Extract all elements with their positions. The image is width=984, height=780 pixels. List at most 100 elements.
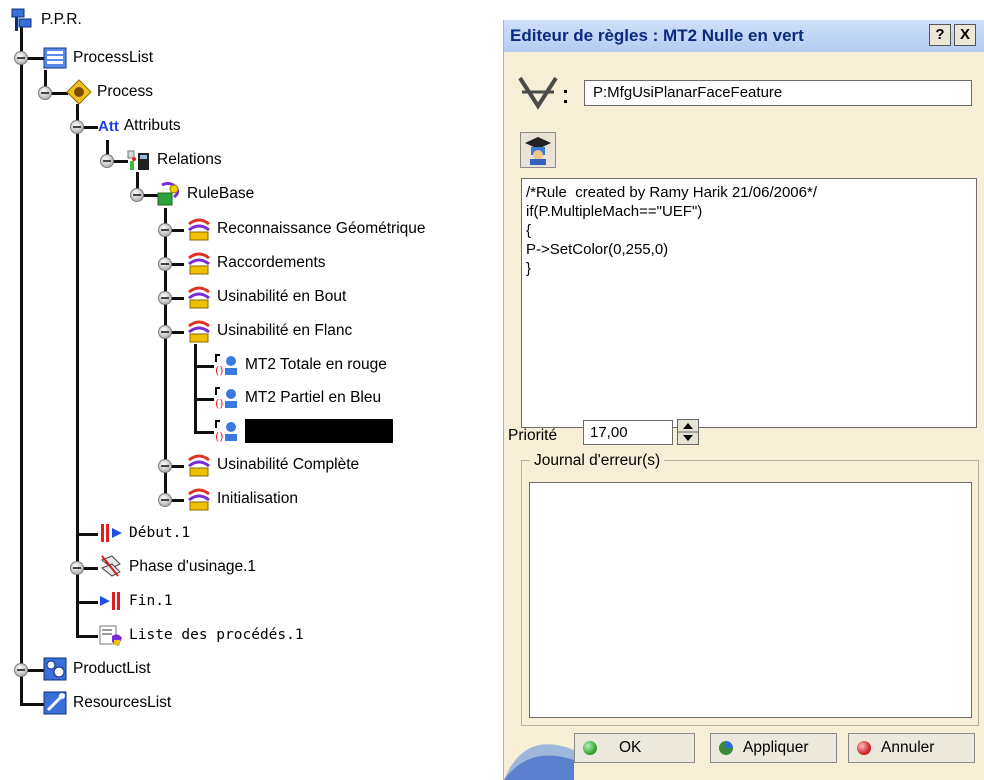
ruleset-icon	[188, 218, 210, 241]
expander-ruleset-2[interactable]	[158, 257, 172, 271]
filter-input[interactable]: P:MfgUsiPlanarFaceFeature	[584, 80, 972, 106]
ruleset-icon	[188, 488, 210, 511]
expander-relations[interactable]	[100, 154, 114, 168]
apply-button-label: Appliquer	[743, 739, 809, 756]
expander-processlist[interactable]	[14, 51, 28, 65]
error-journal-label: Journal d'erreur(s)	[530, 452, 665, 470]
ok-dot-icon	[583, 741, 597, 755]
tree-item-relations-label: Relations	[157, 151, 222, 168]
cancel-button-label: Annuler	[881, 739, 935, 756]
tree-item-resourceslist[interactable]: ResourcesList	[42, 688, 171, 718]
expander-process[interactable]	[38, 86, 52, 100]
tree-item-relations[interactable]: Relations	[126, 145, 222, 175]
att-icon: Att	[98, 117, 119, 135]
tree-item-ruleset-4-label: Usinabilité en Flanc	[217, 322, 353, 339]
dialog-title: Editeur de règles : MT2 Nulle en vert	[510, 26, 804, 45]
expander-productlist[interactable]	[14, 663, 28, 677]
tree-item-rule-2-label: MT2 Partiel en Bleu	[245, 389, 382, 406]
tree-item-debut-label: Début.1	[129, 525, 191, 541]
catia-swoosh-decoration	[504, 744, 574, 780]
tree-item-phase-label: Phase d'usinage.1	[129, 558, 257, 575]
tree-item-fin-label: Fin.1	[129, 593, 173, 609]
expander-rulebase[interactable]	[130, 188, 144, 202]
tree-item-rule-1[interactable]: () MT2 Totale en rouge	[214, 350, 387, 380]
tree-item-debut[interactable]: Début.1	[98, 518, 190, 548]
relations-icon	[127, 150, 149, 170]
tree-item-rulebase[interactable]: RuleBase	[156, 179, 254, 209]
dialog-titlebar[interactable]: Editeur de règles : MT2 Nulle en vert ? …	[504, 20, 984, 52]
productlist-icon	[43, 657, 67, 681]
tree-item-liste-label: Liste des procédés.1	[129, 627, 304, 643]
tree-item-rule-2[interactable]: () MT2 Partiel en Bleu	[214, 383, 381, 413]
priority-label: Priorité	[508, 427, 558, 444]
ok-button[interactable]: OK	[574, 733, 695, 763]
tree-item-ruleset-6[interactable]: Initialisation	[186, 484, 298, 514]
redacted-label	[245, 419, 393, 443]
svg-text:(): ()	[215, 397, 224, 410]
tree-item-productlist-label: ProductList	[73, 660, 151, 677]
priority-input[interactable]: 17,00	[583, 420, 673, 445]
tree-item-liste[interactable]: Liste des procédés.1	[98, 620, 304, 650]
process-icon	[66, 79, 92, 105]
tree-item-processlist[interactable]: ProcessList	[42, 43, 153, 73]
apply-button[interactable]: Appliquer	[710, 733, 837, 763]
tree-item-attributs[interactable]: Att Attributs	[98, 111, 181, 141]
rule-icon: ()	[215, 354, 237, 377]
tree-item-processlist-label: ProcessList	[73, 49, 154, 66]
process-list-icon	[99, 625, 122, 646]
filter-funnel-icon[interactable]	[516, 72, 580, 112]
expander-attributs[interactable]	[70, 120, 84, 134]
tree-item-rule-3-selected[interactable]: ()	[214, 416, 393, 446]
ruleset-icon	[188, 252, 210, 275]
start-icon	[101, 524, 122, 542]
expander-ruleset-3[interactable]	[158, 291, 172, 305]
priority-spinner[interactable]	[677, 419, 699, 445]
expander-ruleset-6[interactable]	[158, 493, 172, 507]
graduate-icon	[525, 137, 551, 165]
expander-ruleset-4[interactable]	[158, 325, 172, 339]
tree-item-process-label: Process	[97, 83, 153, 100]
error-journal-area[interactable]	[529, 482, 972, 718]
tree-root[interactable]: P.P.R.	[10, 5, 82, 35]
tree-item-ruleset-5[interactable]: Usinabilité Complète	[186, 450, 359, 480]
machining-phase-icon	[101, 555, 121, 577]
svg-text:(): ()	[215, 430, 224, 443]
tree-item-attributs-label: Attributs	[123, 117, 181, 134]
tree-item-ruleset-1[interactable]: Reconnaissance Géométrique	[186, 214, 426, 244]
ruleset-icon	[188, 320, 210, 343]
tree-item-rulebase-label: RuleBase	[187, 185, 255, 202]
tree-item-ruleset-1-label: Reconnaissance Géométrique	[217, 220, 426, 237]
ok-button-label: OK	[619, 739, 642, 756]
end-icon	[100, 592, 120, 610]
tree-item-ruleset-4[interactable]: Usinabilité en Flanc	[186, 316, 352, 346]
specification-tree: P.P.R. ProcessList Process Att Attributs…	[0, 0, 490, 780]
rulebase-icon	[157, 181, 180, 206]
tree-item-ruleset-5-label: Usinabilité Complète	[217, 456, 360, 473]
cancel-button[interactable]: Annuler	[848, 733, 975, 763]
tree-item-fin[interactable]: Fin.1	[98, 586, 173, 616]
resourceslist-icon	[43, 691, 67, 715]
tree-item-ruleset-3-label: Usinabilité en Bout	[217, 288, 347, 305]
apply-dot-icon	[719, 741, 733, 755]
ruleset-icon	[188, 286, 210, 309]
help-button[interactable]: ?	[929, 24, 951, 46]
tree-item-ruleset-3[interactable]: Usinabilité en Bout	[186, 282, 346, 312]
tree-item-resourceslist-label: ResourcesList	[73, 694, 172, 711]
ppr-root-icon	[11, 8, 32, 31]
tree-item-ruleset-2-label: Raccordements	[217, 254, 326, 271]
tree-item-process[interactable]: Process	[66, 77, 153, 107]
expander-phase[interactable]	[70, 561, 84, 575]
rule-body-editor[interactable]: /*Rule created by Ramy Harik 21/06/2006*…	[521, 178, 977, 428]
tree-item-phase[interactable]: Phase d'usinage.1	[98, 552, 256, 582]
expander-ruleset-5[interactable]	[158, 459, 172, 473]
rule-editor-dialog: Editeur de règles : MT2 Nulle en vert ? …	[503, 20, 984, 780]
svg-text:(): ()	[215, 364, 224, 377]
expander-ruleset-1[interactable]	[158, 223, 172, 237]
tree-item-productlist[interactable]: ProductList	[42, 654, 151, 684]
expert-mode-button[interactable]	[520, 132, 556, 168]
close-button[interactable]: X	[954, 24, 976, 46]
tree-item-ruleset-2[interactable]: Raccordements	[186, 248, 326, 278]
tree-item-ruleset-6-label: Initialisation	[217, 490, 298, 507]
rule-icon: ()	[215, 420, 237, 443]
cancel-dot-icon	[857, 741, 871, 755]
